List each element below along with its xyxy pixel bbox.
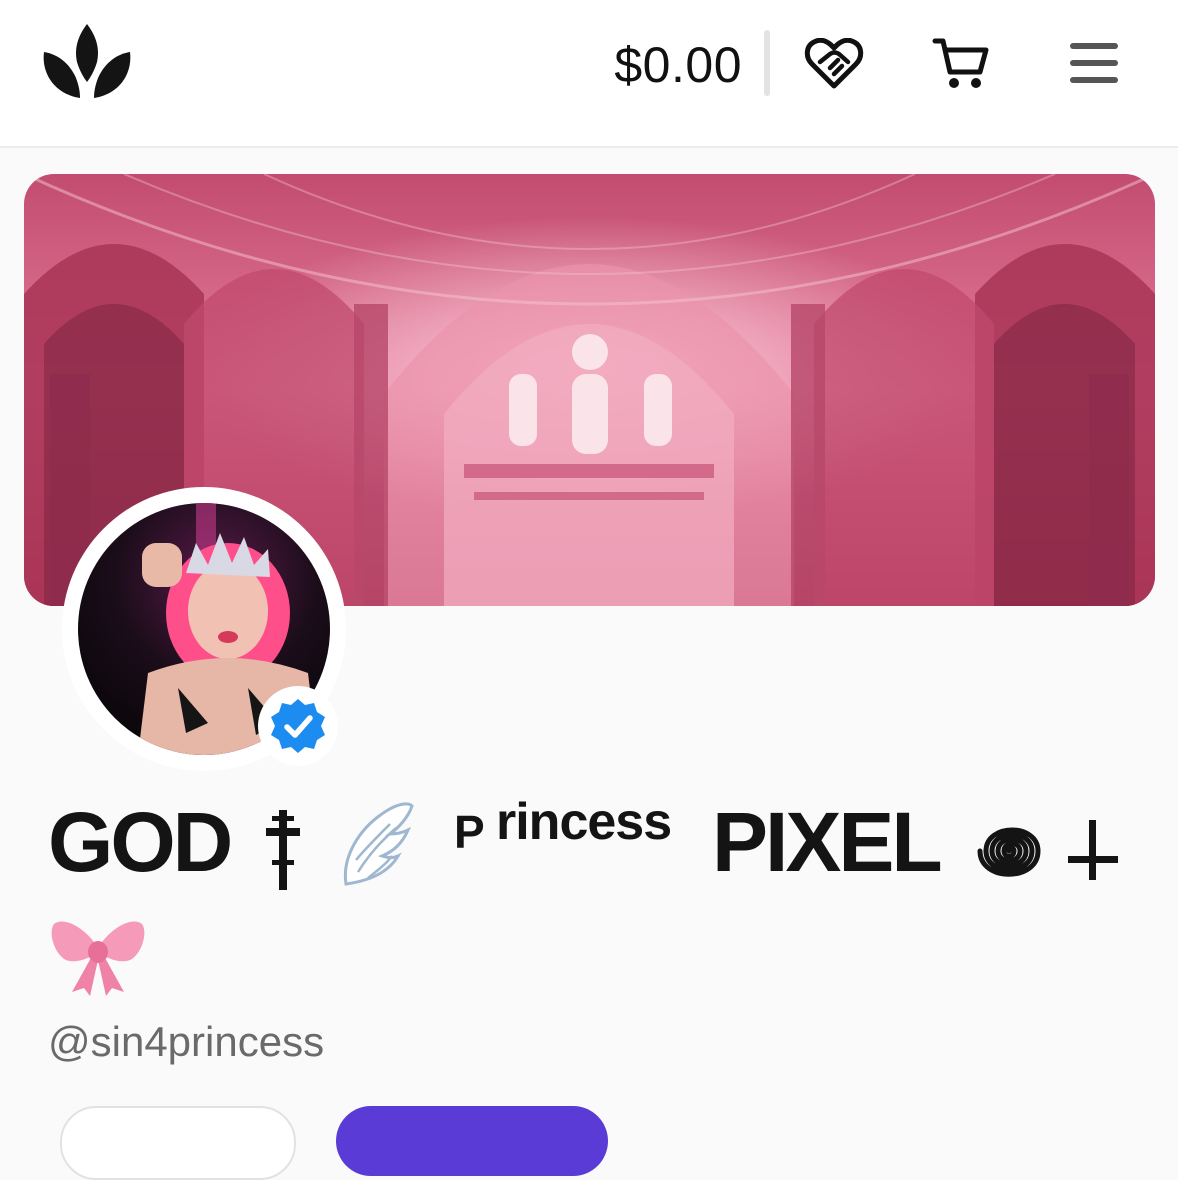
- hamburger-menu-icon[interactable]: [1068, 40, 1120, 86]
- verified-badge-icon: [271, 699, 325, 753]
- angel-wing-icon: [343, 802, 414, 886]
- top-nav-bar: $0.00: [0, 0, 1178, 148]
- display-name-part: rincess: [496, 793, 672, 851]
- heart-handshake-icon[interactable]: [804, 38, 864, 90]
- username-handle: @sin4princess: [48, 1018, 325, 1065]
- header-divider: [764, 30, 770, 96]
- inverted-cross-icon: [1068, 820, 1118, 880]
- display-name: GOD P rincess PIXEL: [48, 786, 1148, 1006]
- cross-icon: [266, 810, 300, 890]
- display-name-part: GOD: [48, 795, 233, 889]
- spiral-icon: [977, 827, 1041, 877]
- secondary-action-button[interactable]: [60, 1106, 296, 1180]
- cart-icon[interactable]: [932, 36, 990, 92]
- primary-action-button[interactable]: [336, 1106, 608, 1176]
- crown-logo-icon[interactable]: [40, 22, 134, 100]
- display-name-part: PIXEL: [712, 795, 943, 889]
- display-name-part: P: [454, 806, 485, 858]
- wallet-balance[interactable]: $0.00: [592, 36, 742, 94]
- pink-bow-icon: [51, 921, 145, 996]
